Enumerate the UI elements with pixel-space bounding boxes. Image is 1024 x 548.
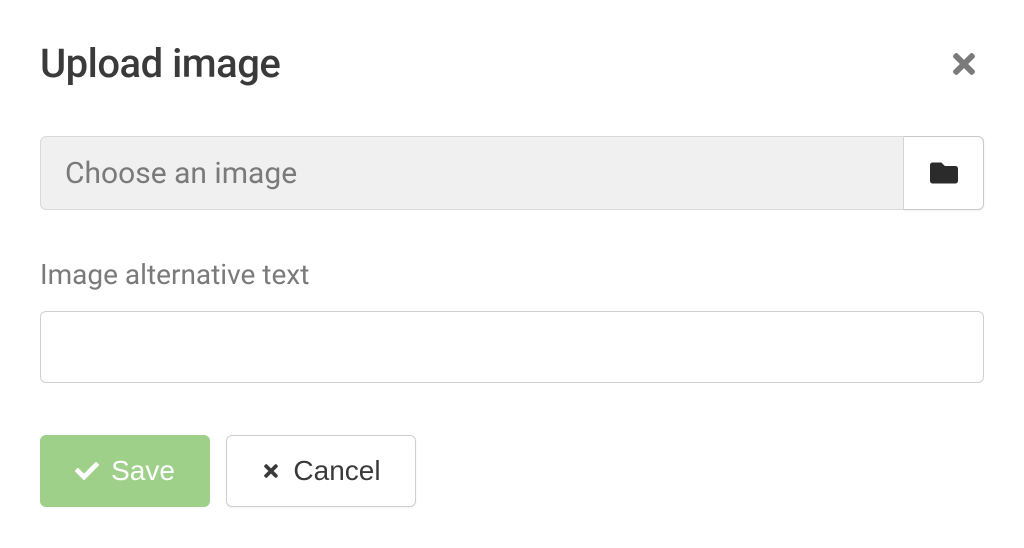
file-input-display[interactable]: Choose an image: [40, 136, 904, 210]
file-input-placeholder: Choose an image: [65, 156, 297, 191]
save-button[interactable]: Save: [40, 435, 210, 507]
times-icon: [261, 461, 281, 481]
dialog-title: Upload image: [40, 40, 280, 87]
file-input-group: Choose an image: [40, 136, 984, 210]
browse-button[interactable]: [904, 136, 984, 210]
alt-text-input[interactable]: [40, 311, 984, 383]
dialog-header: Upload image: [40, 40, 984, 88]
close-icon: [948, 48, 980, 80]
alt-text-label: Image alternative text: [40, 258, 984, 291]
check-icon: [75, 459, 99, 483]
button-row: Save Cancel: [40, 435, 984, 507]
close-button[interactable]: [944, 44, 984, 88]
save-button-label: Save: [111, 455, 175, 487]
folder-icon: [930, 159, 958, 187]
cancel-button[interactable]: Cancel: [226, 435, 416, 507]
cancel-button-label: Cancel: [293, 455, 380, 487]
